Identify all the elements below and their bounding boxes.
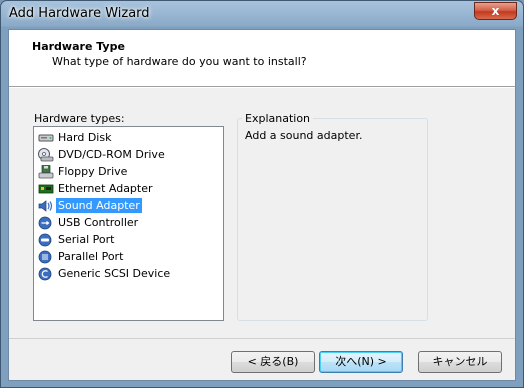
list-item-sound-adapter[interactable]: Sound Adapter	[38, 197, 142, 214]
hardware-types-list[interactable]: Hard Disk DVD/CD-ROM Drive Floppy Drive	[33, 126, 224, 321]
wizard-header: Hardware Type What type of hardware do y…	[9, 30, 515, 87]
explanation-text: Add a sound adapter.	[245, 129, 363, 142]
list-item-floppy-drive[interactable]: Floppy Drive	[38, 163, 129, 180]
usb-controller-icon	[38, 216, 54, 230]
parallel-port-icon	[38, 250, 54, 264]
list-item-serial-port[interactable]: Serial Port	[38, 231, 116, 248]
hardware-types-label: Hardware types:	[34, 112, 125, 125]
hard-disk-icon	[38, 131, 54, 145]
list-item-hard-disk[interactable]: Hard Disk	[38, 129, 113, 146]
wizard-window: Add Hardware Wizard x Hardware Type What…	[0, 0, 524, 388]
cancel-button[interactable]: キャンセル	[418, 351, 502, 373]
window-title: Add Hardware Wizard	[9, 6, 150, 21]
explanation-groupbox	[237, 118, 428, 321]
list-item-scsi-device[interactable]: Generic SCSI Device	[38, 265, 172, 282]
scsi-device-icon	[38, 267, 54, 281]
list-item-ethernet-adapter[interactable]: Ethernet Adapter	[38, 180, 155, 197]
page-title: Hardware Type	[32, 40, 125, 53]
floppy-drive-icon	[38, 164, 54, 179]
close-button[interactable]: x	[474, 2, 517, 20]
list-item-parallel-port[interactable]: Parallel Port	[38, 248, 125, 265]
button-separator	[9, 338, 515, 339]
back-button[interactable]: < 戻る(B)	[231, 351, 315, 373]
serial-port-icon	[38, 233, 54, 247]
explanation-label: Explanation	[242, 112, 314, 125]
sound-adapter-icon	[38, 199, 54, 213]
list-item-dvd-drive[interactable]: DVD/CD-ROM Drive	[38, 146, 167, 163]
wizard-client-area: Hardware Type What type of hardware do y…	[8, 29, 516, 381]
dvd-drive-icon	[38, 147, 54, 162]
page-subtitle: What type of hardware do you want to ins…	[52, 55, 307, 68]
ethernet-adapter-icon	[38, 182, 54, 196]
list-item-usb-controller[interactable]: USB Controller	[38, 214, 140, 231]
next-button[interactable]: 次へ(N) >	[319, 351, 403, 373]
